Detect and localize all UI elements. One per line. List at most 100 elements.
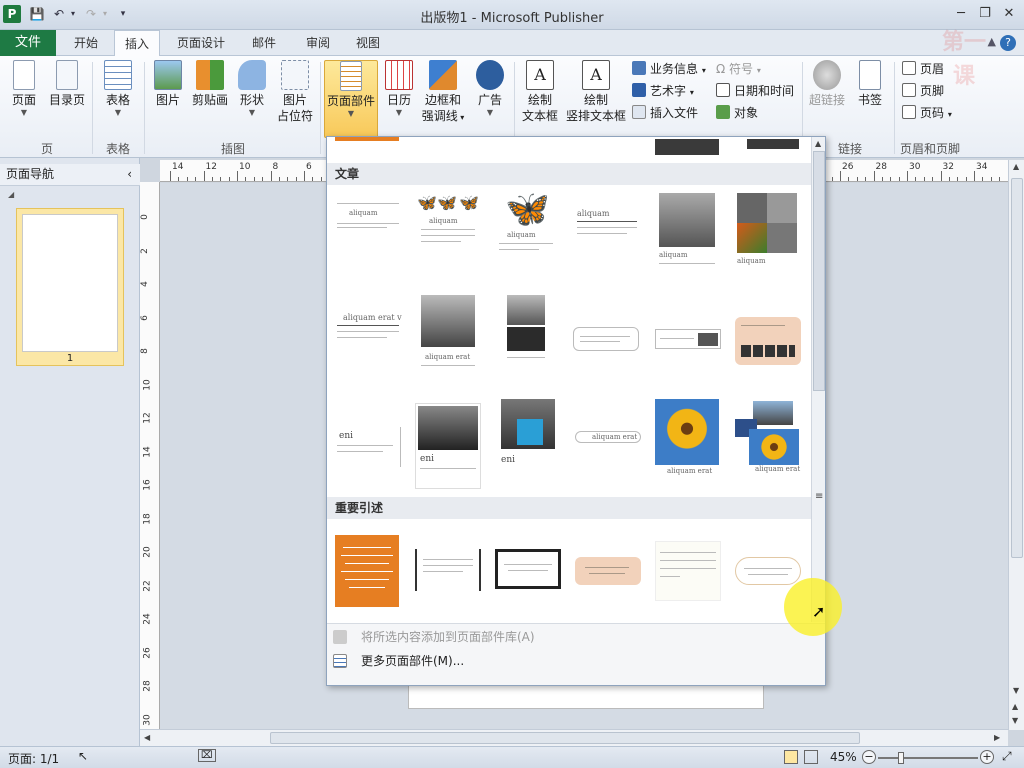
picture-placeholder-button[interactable]: 图片 占位符 bbox=[274, 60, 316, 124]
ruler-tick bbox=[932, 177, 934, 181]
gallery-item-quote-brackets[interactable] bbox=[415, 549, 481, 591]
hyperlink-button[interactable]: 超链接 bbox=[806, 60, 848, 108]
symbol-button[interactable]: Ω 符号 ▾ bbox=[716, 60, 761, 80]
page-indicator[interactable]: 页面: 1/1 bbox=[8, 750, 59, 767]
shapes-button[interactable]: 形状 ▼ bbox=[234, 60, 270, 118]
gallery-item-quote-box[interactable] bbox=[495, 549, 561, 589]
vertical-scroll-thumb[interactable] bbox=[1011, 178, 1023, 558]
tab-file[interactable]: 文件 bbox=[0, 30, 56, 56]
two-page-view-icon[interactable] bbox=[804, 750, 818, 764]
scroll-up-icon[interactable]: ▲ bbox=[815, 139, 821, 148]
tab-home[interactable]: 开始 bbox=[66, 30, 106, 56]
bookmark-button[interactable]: 书签 bbox=[852, 60, 888, 108]
scroll-left-icon[interactable]: ◀ bbox=[144, 733, 150, 742]
advertisements-button[interactable]: 广告 ▼ bbox=[470, 60, 510, 118]
gallery-scroll-thumb[interactable] bbox=[813, 151, 825, 391]
gallery-item-article-sky[interactable]: eni bbox=[415, 403, 481, 489]
gallery-item-sidebar-peach[interactable] bbox=[735, 317, 801, 365]
picture-button[interactable]: 图片 bbox=[150, 60, 186, 108]
horizontal-scrollbar[interactable]: ◀ ▶ bbox=[140, 729, 1008, 746]
gallery-item-quote-rounded[interactable] bbox=[735, 557, 801, 585]
help-icon[interactable]: ? bbox=[1000, 35, 1016, 51]
close-icon[interactable]: ✕ bbox=[998, 4, 1020, 24]
next-page-icon[interactable]: ▼ bbox=[1012, 716, 1018, 725]
page-number-button[interactable]: 页码 ▾ bbox=[902, 104, 952, 124]
page-button[interactable]: 页面 ▼ bbox=[6, 60, 42, 118]
gallery-item-article-butterflies-small[interactable]: 🦋 🦋 🦋 aliquam bbox=[415, 191, 481, 271]
group-separator bbox=[894, 62, 895, 154]
butterfly-icon: 🦋 bbox=[417, 193, 437, 212]
bookmark-icon bbox=[859, 60, 881, 90]
header-icon bbox=[902, 61, 916, 75]
minimize-icon[interactable]: ─ bbox=[950, 4, 972, 24]
gallery-item-article-blue[interactable]: eni bbox=[497, 399, 563, 479]
gallery-item-article-butterfly-large[interactable]: 🦋 aliquam bbox=[493, 191, 559, 271]
date-time-button[interactable]: 日期和时间 bbox=[716, 82, 794, 100]
gallery-item-article-7[interactable]: aliquam erat v bbox=[335, 295, 402, 375]
ruler-tick-label: 10 bbox=[239, 162, 251, 172]
tab-page-design[interactable]: 页面设计 bbox=[170, 30, 232, 56]
scroll-down-icon[interactable]: ▼ bbox=[1013, 686, 1019, 695]
zoom-out-icon[interactable]: − bbox=[862, 750, 876, 764]
gallery-item-article-13[interactable]: eni bbox=[335, 427, 401, 467]
object-button[interactable]: 对象 bbox=[716, 104, 758, 122]
gallery-item-quote-serif[interactable] bbox=[655, 541, 721, 601]
object-icon bbox=[716, 105, 730, 119]
zoom-level[interactable]: 45% bbox=[830, 750, 857, 764]
restore-icon[interactable]: ❐ bbox=[974, 4, 996, 24]
tab-review[interactable]: 审阅 bbox=[298, 30, 338, 56]
zoom-slider-track[interactable] bbox=[878, 757, 978, 759]
tab-mailings[interactable]: 邮件 bbox=[244, 30, 284, 56]
gallery-item-partial[interactable] bbox=[655, 139, 719, 155]
zoom-in-icon[interactable]: + bbox=[980, 750, 994, 764]
business-info-button[interactable]: 业务信息 ▾ bbox=[632, 60, 706, 80]
gallery-item-sidebar-1[interactable] bbox=[573, 327, 639, 351]
gallery-item-article-airship-2[interactable]: aliquam erat bbox=[415, 295, 481, 375]
vertical-scrollbar[interactable]: ▲ ▼ ▲ ▼ bbox=[1008, 160, 1024, 730]
gripper-icon[interactable]: ≡ bbox=[815, 491, 823, 502]
draw-textbox-button[interactable]: A 绘制 文本框 bbox=[518, 60, 562, 124]
gallery-item-banner[interactable]: aliquam erat bbox=[575, 431, 641, 443]
draw-vertical-textbox-button[interactable]: A 绘制 竖排文本框 bbox=[564, 60, 628, 124]
gallery-item-article-airship[interactable]: aliquam bbox=[657, 191, 723, 271]
page-parts-button[interactable]: 页面部件 ▼ bbox=[324, 60, 378, 138]
scroll-right-icon[interactable]: ▶ bbox=[994, 733, 1000, 742]
business-info-icon bbox=[632, 61, 646, 75]
zoom-slider-knob[interactable] bbox=[898, 752, 904, 764]
gallery-item-quote-orange[interactable] bbox=[335, 535, 399, 607]
table-button[interactable]: 表格 ▼ bbox=[100, 60, 136, 118]
collapse-pane-icon[interactable]: ‹ bbox=[127, 164, 132, 184]
gallery-item-article-airship-3[interactable] bbox=[493, 295, 559, 375]
insert-file-button[interactable]: 插入文件 bbox=[632, 104, 698, 122]
horizontal-scroll-thumb[interactable] bbox=[270, 732, 860, 744]
gallery-item-partial[interactable] bbox=[335, 137, 399, 141]
hyperlink-icon bbox=[813, 60, 841, 90]
catalog-page-button[interactable]: 目录页 bbox=[46, 60, 88, 108]
single-page-view-icon[interactable] bbox=[784, 750, 798, 764]
more-page-parts[interactable]: 更多页面部件(M)... bbox=[361, 652, 464, 670]
vertical-ruler[interactable]: 0 2 4 6 8 10 12 14 16 18 20 22 24 26 28 30 bbox=[140, 182, 160, 730]
fit-page-icon[interactable]: ⤢ bbox=[1002, 749, 1012, 764]
page-thumbnail[interactable]: 1 bbox=[16, 208, 124, 366]
gallery-item-article-1[interactable]: aliquam bbox=[335, 191, 401, 271]
gallery-item-sidebar-2[interactable] bbox=[655, 329, 721, 349]
previous-page-icon[interactable]: ▲ bbox=[1012, 702, 1018, 711]
gallery-item-article-collage[interactable]: aliquam bbox=[735, 191, 801, 271]
clipart-button[interactable]: 剪贴画 bbox=[190, 60, 230, 108]
gallery-item-article-sunflower[interactable]: aliquam erat bbox=[655, 399, 721, 479]
expand-icon[interactable]: ◢ bbox=[8, 190, 14, 199]
wordart-button[interactable]: 艺术字 ▾ bbox=[632, 82, 694, 102]
ruler-tick bbox=[974, 171, 975, 181]
gallery-item-partial[interactable] bbox=[747, 139, 799, 149]
calendar-button[interactable]: 日历 ▼ bbox=[382, 60, 416, 118]
gallery-item-article-4[interactable]: aliquam bbox=[573, 191, 639, 271]
borders-accents-button[interactable]: 边框和 强调线 ▾ bbox=[420, 60, 466, 126]
gallery-item-article-sunflower-collage[interactable]: aliquam erat bbox=[735, 399, 801, 479]
scroll-up-icon[interactable]: ▲ bbox=[1013, 162, 1019, 171]
photo-airship bbox=[659, 193, 715, 247]
add-selection-to-gallery[interactable]: 将所选内容添加到页面部件库(A) bbox=[361, 628, 535, 646]
tab-view[interactable]: 视图 bbox=[348, 30, 388, 56]
gallery-item-quote-peach[interactable] bbox=[575, 557, 641, 585]
gallery-scrollbar[interactable]: ▲ ≡ bbox=[811, 137, 825, 622]
tab-insert[interactable]: 插入 bbox=[114, 30, 160, 57]
